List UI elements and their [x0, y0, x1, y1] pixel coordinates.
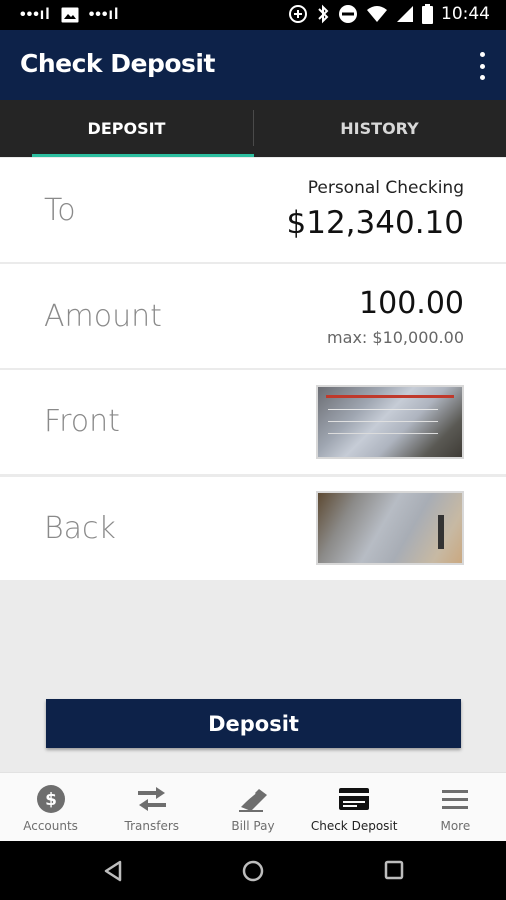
data-saver-icon: [288, 4, 308, 24]
check-deposit-icon: [339, 785, 370, 813]
tab-bar: DEPOSIT HISTORY: [0, 100, 506, 157]
back-label: Back: [44, 511, 116, 546]
page-title: Check Deposit: [20, 49, 215, 78]
tab-deposit[interactable]: DEPOSIT: [0, 100, 253, 157]
nav-label: More: [440, 819, 471, 833]
nav-label: Transfers: [124, 819, 180, 833]
nav-item-check-deposit[interactable]: Check Deposit: [304, 773, 405, 842]
nav-item-transfers[interactable]: Transfers: [101, 773, 202, 842]
back-image-row[interactable]: Back: [0, 477, 506, 580]
amount-value[interactable]: 100.00: [359, 286, 464, 321]
bluetooth-icon: [316, 4, 330, 24]
active-tab-indicator: [32, 154, 254, 157]
system-navigation-bar: [0, 841, 506, 900]
home-icon[interactable]: [242, 860, 264, 887]
more-vert-icon[interactable]: [476, 52, 488, 80]
nav-label: Check Deposit: [310, 819, 398, 833]
signal-dots-icon: •••ıl: [88, 6, 120, 23]
to-account-row[interactable]: To Personal Checking $12,340.10: [0, 158, 506, 262]
nav-item-accounts[interactable]: $ Accounts: [0, 773, 101, 842]
recents-icon[interactable]: [384, 860, 404, 885]
amount-max: max: $10,000.00: [327, 328, 464, 347]
nav-item-more[interactable]: More: [405, 773, 506, 842]
transfer-arrows-icon: [136, 785, 168, 813]
nav-label: Accounts: [23, 819, 78, 833]
bottom-nav: $ Accounts Transfers Bill Pay Check Depo…: [0, 772, 506, 841]
dollar-circle-icon: $: [36, 785, 66, 813]
image-icon: [61, 7, 79, 23]
battery-icon: [422, 4, 433, 24]
amount-label: Amount: [44, 299, 162, 334]
svg-text:$: $: [45, 790, 57, 810]
front-label: Front: [44, 404, 120, 439]
to-account-name: Personal Checking: [307, 178, 464, 198]
bill-pay-icon: [237, 785, 269, 813]
to-account-balance: $12,340.10: [286, 205, 465, 241]
signal-dots-icon: •••ıl: [20, 6, 51, 23]
menu-icon: [442, 785, 469, 813]
to-label: To: [44, 193, 76, 228]
front-check-thumbnail[interactable]: [316, 385, 464, 459]
cell-signal-icon: [396, 5, 414, 23]
tab-history[interactable]: HISTORY: [253, 100, 506, 157]
nav-item-bill-pay[interactable]: Bill Pay: [202, 773, 303, 842]
status-bar: •••ıl •••ıl 10:44: [0, 0, 506, 30]
wifi-icon: [366, 5, 388, 23]
deposit-button[interactable]: Deposit: [46, 699, 461, 748]
app-bar: Check Deposit: [0, 30, 506, 100]
amount-row[interactable]: Amount 100.00 max: $10,000.00: [0, 264, 506, 368]
do-not-disturb-icon: [338, 4, 358, 24]
status-time: 10:44: [441, 4, 490, 24]
back-check-thumbnail[interactable]: [316, 491, 464, 565]
nav-label: Bill Pay: [231, 819, 275, 833]
back-icon[interactable]: [103, 860, 123, 887]
front-image-row[interactable]: Front: [0, 370, 506, 474]
